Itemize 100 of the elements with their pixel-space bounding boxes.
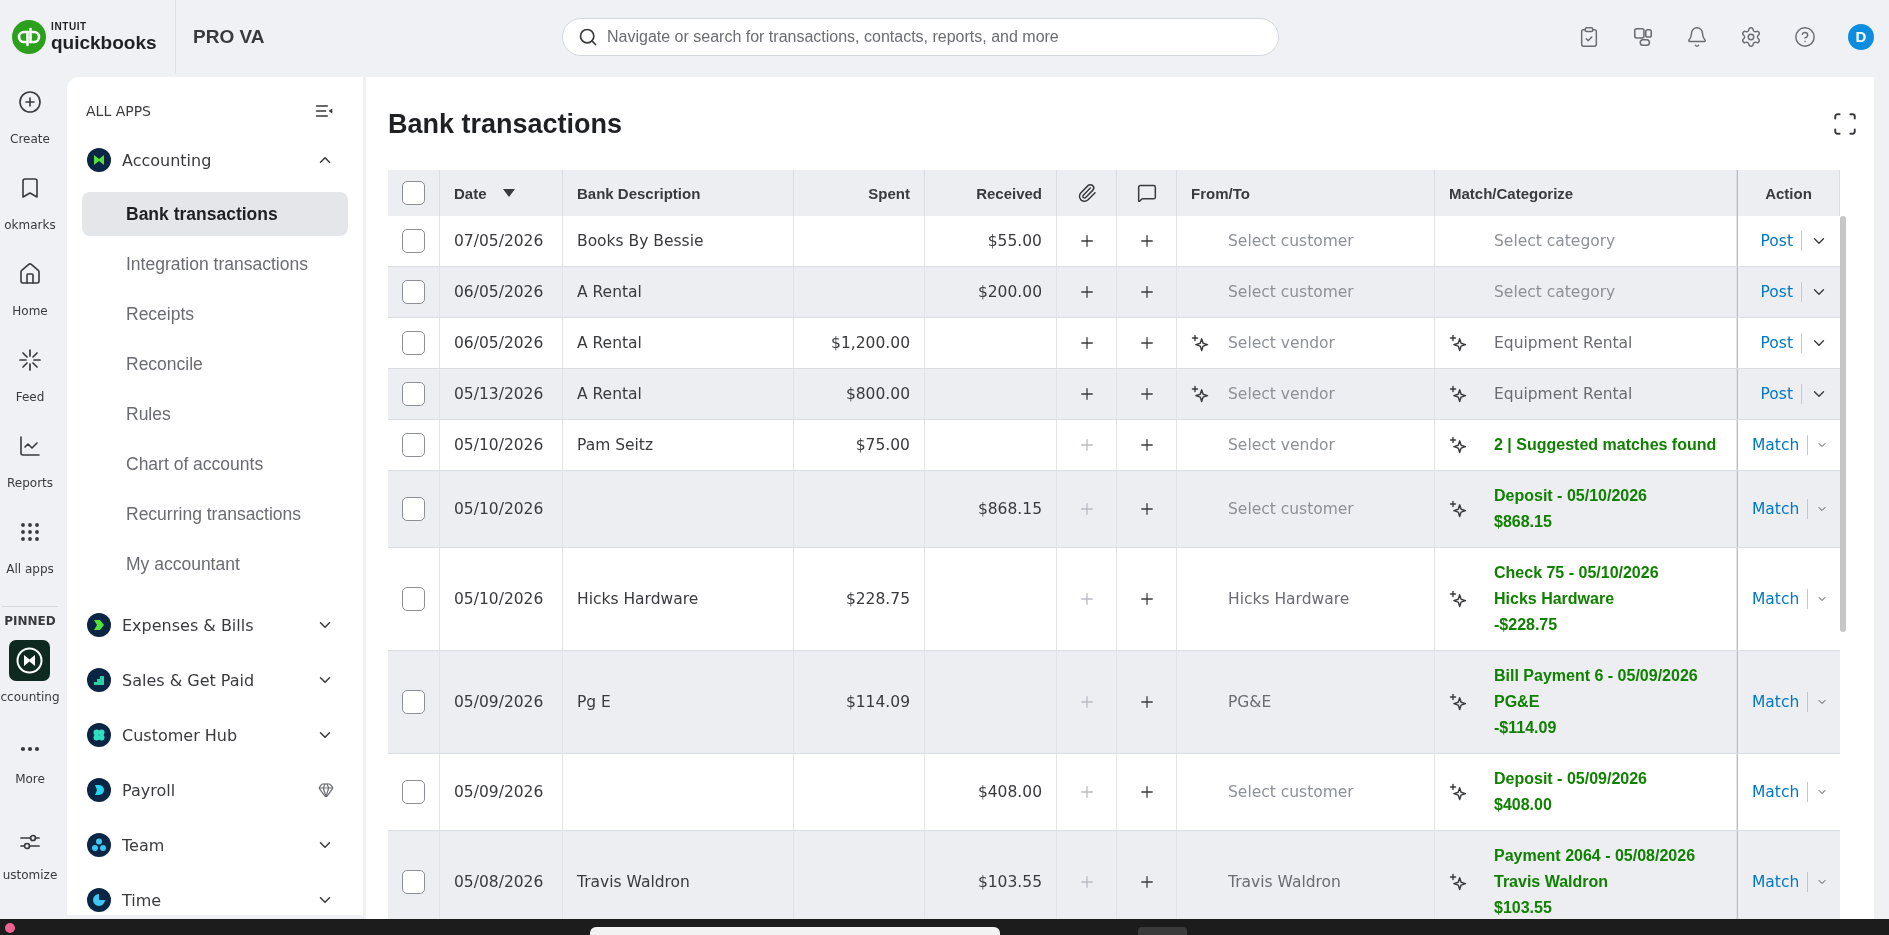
nav-item[interactable]: Recurring transactions (126, 503, 302, 525)
plus-circle-icon[interactable] (18, 90, 42, 114)
checkbox[interactable] (402, 433, 425, 457)
category-field[interactable]: Equipment Rental (1494, 381, 1633, 407)
payee-field[interactable]: Select vendor (1228, 330, 1335, 356)
action-link[interactable]: Match (1752, 586, 1800, 612)
spent-cell-text: $800.00 (845, 384, 910, 405)
taskbar-app-icon[interactable] (5, 923, 15, 933)
dots-grid-icon[interactable] (18, 520, 42, 544)
nav-item[interactable]: Integration transactions (126, 253, 308, 275)
rail-label[interactable]: Reports (7, 474, 53, 492)
app-label[interactable]: Payroll (122, 780, 176, 800)
column-header[interactable]: Received (976, 184, 1042, 202)
action-link[interactable]: Match (1752, 869, 1800, 895)
column-header[interactable]: Date (454, 184, 487, 202)
checkbox[interactable] (402, 870, 425, 894)
app-label[interactable]: Customer Hub (122, 725, 238, 745)
payee-field[interactable]: Select vendor (1228, 432, 1335, 458)
column-header[interactable]: Match/Categorize (1449, 184, 1574, 202)
search-field[interactable]: Navigate or search for transactions, contacts, reports, and more (562, 17, 1279, 56)
checkbox[interactable] (402, 587, 425, 611)
bowtie-tile-icon[interactable] (9, 640, 51, 681)
payee-field[interactable]: Travis Waldron (1228, 869, 1341, 895)
arrow-app-icon (87, 613, 111, 637)
checkbox[interactable] (402, 181, 425, 205)
payee-field[interactable]: Select customer (1228, 779, 1354, 805)
settings-icon[interactable] (1740, 25, 1762, 48)
bell-icon[interactable] (1686, 25, 1708, 48)
action-link[interactable]: Match (1752, 432, 1800, 458)
nav-item[interactable]: Rules (126, 403, 171, 425)
rail-label[interactable]: Create (10, 130, 50, 148)
nav-item[interactable]: My accountant (126, 553, 240, 575)
line-chart-icon[interactable] (18, 434, 42, 458)
avatar[interactable]: D (1848, 23, 1874, 50)
payee-field[interactable]: PG&E (1228, 689, 1272, 715)
expand-icon[interactable] (1832, 111, 1858, 137)
received-cell-text: $200.00 (977, 282, 1042, 303)
description-cell-text: A Rental (577, 384, 642, 405)
app-label[interactable]: Expenses & Bills (122, 615, 254, 635)
action-link[interactable]: Match (1752, 496, 1800, 522)
received-cell-text: $55.00 (987, 231, 1042, 252)
app-label[interactable]: Accounting (122, 150, 212, 170)
sort-descending-icon[interactable] (502, 189, 515, 197)
tiles-icon[interactable] (1632, 25, 1654, 48)
description-cell-text: Pam Seitz (577, 435, 654, 456)
app-label[interactable]: Time (122, 890, 162, 910)
action-link[interactable]: Match (1752, 689, 1800, 715)
payee-field[interactable]: Select customer (1228, 496, 1354, 522)
starburst-icon[interactable] (18, 348, 42, 372)
action-link[interactable]: Post (1760, 330, 1793, 356)
checkbox[interactable] (402, 690, 425, 714)
comment-icon (1136, 183, 1157, 203)
nav-item[interactable]: Receipts (126, 303, 195, 325)
description-cell-text: Books By Bessie (577, 231, 704, 252)
rail-label[interactable]: More (15, 770, 45, 788)
date-cell-text: 06/05/2026 (454, 282, 544, 303)
home-icon[interactable] (18, 262, 42, 286)
checkbox[interactable] (402, 780, 425, 804)
checkbox[interactable] (402, 382, 425, 406)
column-header[interactable]: Spent (868, 184, 910, 202)
trefoil-app-icon (87, 833, 111, 857)
taskbar-search-field[interactable] (590, 927, 1000, 935)
action-link[interactable]: Post (1760, 228, 1793, 254)
rail-label[interactable]: okmarks (4, 216, 56, 234)
rail-label[interactable]: Feed (15, 388, 45, 406)
payee-field[interactable]: Hicks Hardware (1228, 586, 1350, 612)
rail-label[interactable]: ccounting (0, 688, 60, 706)
nav-item[interactable]: Chart of accounts (126, 453, 264, 475)
action-link[interactable]: Post (1760, 279, 1793, 305)
match-detail: Bill Payment 6 - 05/09/2026 (1494, 666, 1698, 686)
clipboard-check-icon[interactable] (1578, 25, 1600, 48)
column-header[interactable]: Bank Description (577, 184, 701, 202)
rail-label[interactable]: All apps (6, 560, 54, 578)
scrollbar[interactable] (1840, 216, 1846, 632)
description-cell-text: Pg E (577, 692, 611, 713)
payee-field[interactable]: Select vendor (1228, 381, 1335, 407)
checkbox[interactable] (402, 497, 425, 521)
action-link[interactable]: Post (1760, 381, 1793, 407)
match-detail: $103.55 (1494, 898, 1553, 918)
payee-field[interactable]: Select customer (1228, 228, 1354, 254)
spent-cell-text: $75.00 (855, 435, 910, 456)
nav-item[interactable]: Reconcile (126, 353, 203, 375)
help-icon[interactable] (1794, 25, 1816, 48)
rail-label[interactable]: Home (12, 302, 48, 320)
checkbox[interactable] (402, 280, 425, 304)
nav-item[interactable]: Bank transactions (82, 192, 348, 236)
category-field[interactable]: Select category (1494, 228, 1616, 254)
column-header[interactable]: Action (1765, 184, 1812, 202)
rail-label[interactable]: ustomize (2, 866, 58, 884)
date-cell-text: 05/09/2026 (454, 692, 544, 713)
category-field[interactable]: Select category (1494, 279, 1616, 305)
checkbox[interactable] (402, 331, 425, 355)
app-label[interactable]: Sales & Get Paid (122, 670, 255, 690)
description-cell-text: Hicks Hardware (577, 589, 699, 610)
category-field[interactable]: Equipment Rental (1494, 330, 1633, 356)
payee-field[interactable]: Select customer (1228, 279, 1354, 305)
checkbox[interactable] (402, 229, 425, 253)
column-header[interactable]: From/To (1191, 184, 1250, 202)
action-link[interactable]: Match (1752, 779, 1800, 805)
app-label[interactable]: Team (122, 835, 165, 855)
